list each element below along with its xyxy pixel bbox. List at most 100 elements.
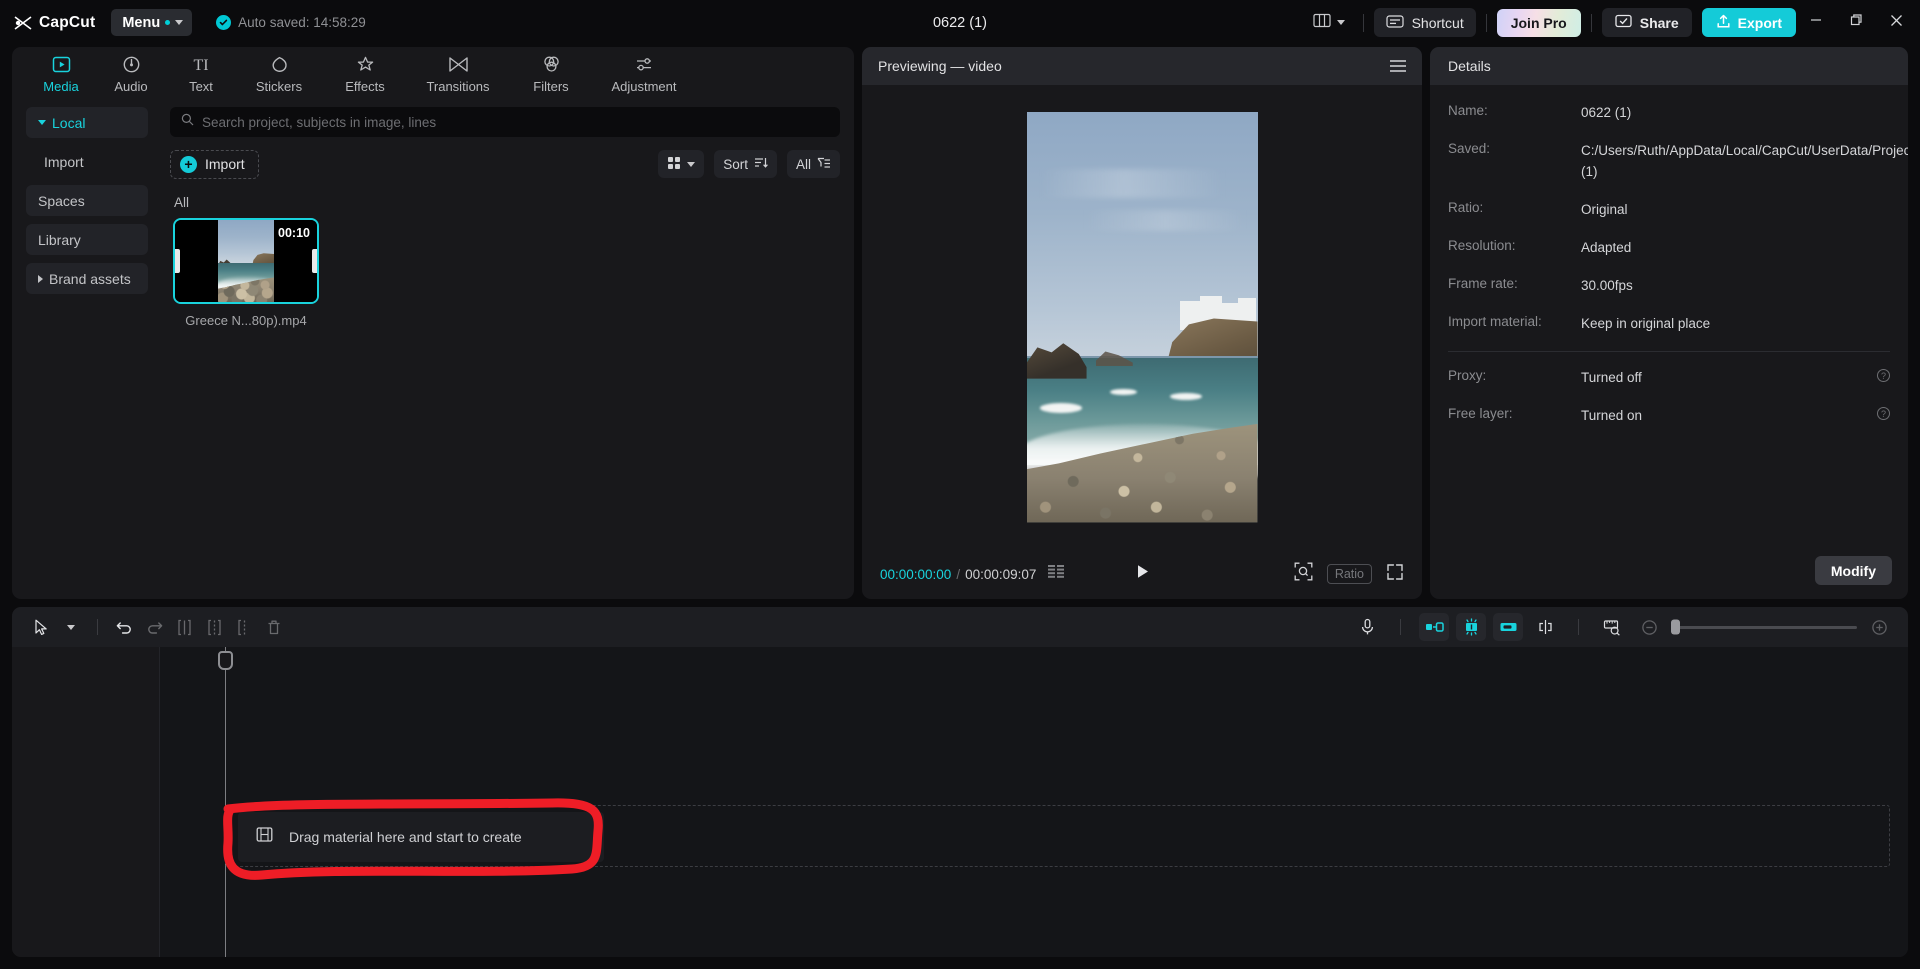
share-icon — [1615, 14, 1632, 31]
sidebar-item-library[interactable]: Library — [26, 224, 148, 255]
trim-button[interactable] — [229, 613, 259, 641]
timeline-zoom-slider[interactable] — [1671, 619, 1857, 635]
autosave-text: Auto saved: 14:58:29 — [238, 15, 366, 30]
search-bar[interactable] — [170, 107, 840, 137]
video-preview[interactable] — [1026, 111, 1258, 523]
split-left-button[interactable] — [169, 613, 199, 641]
maximize-button[interactable] — [1836, 0, 1876, 45]
media-item[interactable]: 00:10 Greece N...80p).mp4 — [173, 218, 319, 328]
share-button[interactable]: Share — [1601, 8, 1692, 37]
svg-text:TI: TI — [193, 57, 208, 74]
sidebar-item-brand-assets[interactable]: Brand assets — [26, 263, 148, 294]
split-right-button[interactable] — [199, 613, 229, 641]
tab-text[interactable]: TI Text — [166, 47, 236, 95]
media-sidebar: Local Import Spaces Library Brand assets — [12, 99, 160, 599]
maximize-icon — [1849, 13, 1863, 32]
media-thumbnail[interactable]: 00:10 — [173, 218, 319, 304]
filter-icon — [817, 156, 831, 172]
menu-button[interactable]: Menu — [111, 9, 193, 36]
timeline-canvas[interactable]: Drag material here and start to create — [12, 647, 1908, 957]
caret-down-icon — [38, 120, 46, 125]
playhead[interactable] — [218, 647, 233, 957]
tab-transitions[interactable]: Transitions — [408, 47, 508, 94]
letterbox-left — [175, 220, 218, 302]
delete-button[interactable] — [259, 613, 289, 641]
ruler-button[interactable] — [1597, 613, 1627, 641]
play-icon[interactable] — [1134, 563, 1151, 585]
frames-icon[interactable] — [1048, 565, 1066, 583]
tab-audio[interactable]: Audio — [96, 47, 166, 94]
ratio-button[interactable]: Ratio — [1326, 564, 1372, 584]
join-pro-button[interactable]: Join Pro — [1496, 8, 1581, 37]
sidebar-item-spaces[interactable]: Spaces — [26, 185, 148, 216]
zoom-slider-handle[interactable] — [1671, 619, 1680, 635]
tab-label: Audio — [114, 79, 148, 94]
import-button[interactable]: + Import — [170, 149, 259, 179]
brand-name: CapCut — [39, 13, 96, 31]
sidebar-item-label: Local — [52, 114, 86, 131]
join-pro-label: Join Pro — [1510, 14, 1567, 31]
tab-media[interactable]: Media — [26, 47, 96, 94]
media-duration: 00:10 — [278, 226, 310, 240]
tab-stickers[interactable]: Stickers — [236, 47, 322, 94]
media-tab-bar: Media Audio TI Text Stickers Effects Tra… — [12, 47, 854, 99]
help-icon[interactable]: ? — [1877, 407, 1890, 421]
zoom-fit-icon[interactable] — [1294, 562, 1313, 586]
cursor-tool-button[interactable] — [26, 613, 56, 641]
cursor-dropdown-button[interactable] — [56, 613, 86, 641]
search-input[interactable] — [202, 114, 829, 130]
close-button[interactable] — [1876, 0, 1916, 45]
sidebar-item-label: Import — [44, 153, 84, 170]
export-button[interactable]: Export — [1701, 8, 1796, 37]
microphone-button[interactable] — [1352, 613, 1382, 641]
trim-handle-left[interactable] — [175, 249, 180, 273]
trim-handle-right[interactable] — [312, 249, 317, 273]
timeline-panel: Drag material here and start to create — [12, 607, 1908, 957]
hamburger-icon[interactable] — [1390, 60, 1406, 72]
sort-button[interactable]: Sort — [714, 150, 777, 178]
sidebar-item-import[interactable]: Import — [26, 146, 148, 177]
drop-zone-label: Drag material here and start to create — [289, 829, 522, 845]
split-clip-button[interactable] — [1530, 613, 1560, 641]
details-key: Saved: — [1448, 140, 1491, 156]
sidebar-item-local[interactable]: Local — [26, 107, 148, 138]
filter-button[interactable]: All — [786, 150, 840, 178]
playhead-handle[interactable] — [218, 651, 233, 670]
tab-effects[interactable]: Effects — [322, 47, 408, 94]
drop-zone[interactable]: Drag material here and start to create — [238, 812, 604, 862]
details-value: Turned off — [1581, 370, 1642, 386]
plus-icon: + — [180, 155, 197, 173]
fullscreen-icon[interactable] — [1386, 563, 1404, 586]
details-key: Frame rate: — [1448, 275, 1518, 291]
tab-adjustment[interactable]: Adjustment — [594, 47, 694, 94]
details-value: 0622 (1) — [1581, 105, 1632, 120]
zoom-out-button[interactable] — [1634, 613, 1664, 641]
clip-center-button[interactable] — [1456, 613, 1486, 641]
current-timecode[interactable]: 00:00:00:00 — [880, 567, 951, 582]
sort-icon — [754, 156, 768, 172]
modify-button[interactable]: Modify — [1814, 556, 1892, 585]
sort-label: Sort — [723, 156, 748, 172]
grid-view-button[interactable] — [658, 150, 705, 178]
clip-in-button[interactable] — [1419, 613, 1449, 641]
undo-button[interactable] — [109, 613, 139, 641]
layout-switch-button[interactable] — [1305, 8, 1353, 38]
redo-button[interactable] — [139, 613, 169, 641]
details-key: Import material: — [1448, 313, 1542, 329]
shortcut-button[interactable]: Shortcut — [1373, 8, 1476, 37]
media-view-controls: Sort All — [658, 150, 840, 178]
minimize-button[interactable] — [1796, 0, 1836, 45]
clip-out-button[interactable] — [1493, 613, 1523, 641]
media-icon — [51, 53, 72, 75]
zoom-in-button[interactable] — [1864, 613, 1894, 641]
details-key: Proxy: — [1448, 368, 1487, 384]
details-row-import-material: Import material: Keep in original place — [1448, 314, 1890, 335]
chevron-down-icon — [1336, 20, 1345, 25]
help-icon[interactable]: ? — [1877, 369, 1890, 383]
preview-header: Previewing — video — [862, 47, 1422, 85]
timecode-separator: / — [956, 566, 961, 582]
titlebar-actions: Shortcut Join Pro Share Export — [1305, 0, 1920, 45]
tab-filters[interactable]: Filters — [508, 47, 594, 94]
timeline-drop-track[interactable]: Drag material here and start to create — [225, 805, 1890, 867]
media-content: + Import Sort — [160, 99, 854, 599]
